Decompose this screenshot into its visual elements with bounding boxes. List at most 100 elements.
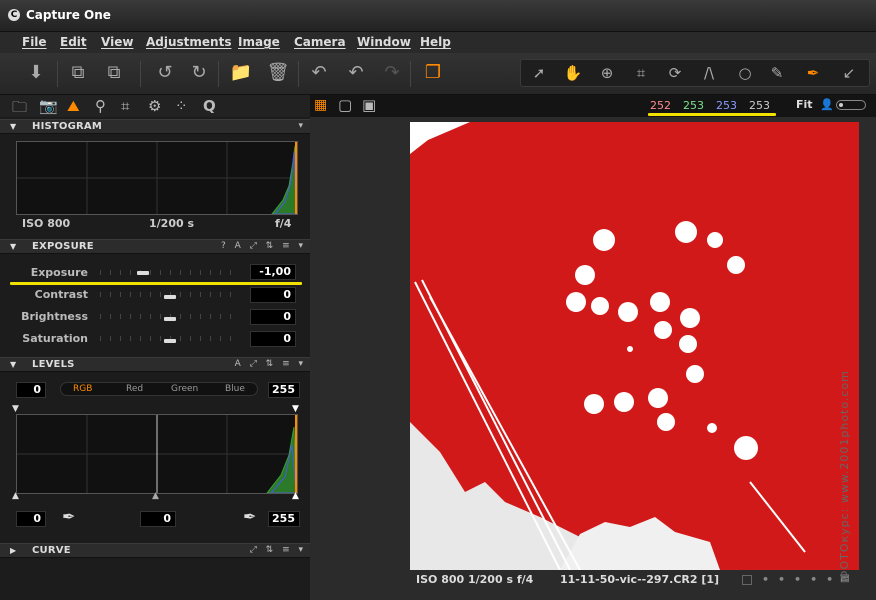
zoom-slider-thumb[interactable] bbox=[839, 103, 843, 107]
section-title: EXPOSURE bbox=[32, 241, 94, 252]
menu-image[interactable]: Image bbox=[238, 35, 280, 49]
keystone-icon[interactable]: /\ bbox=[697, 61, 721, 85]
toolbar-divider bbox=[410, 61, 411, 87]
zoom-fit-label[interactable]: Fit bbox=[796, 98, 813, 111]
next-icon[interactable]: ⧉ bbox=[102, 61, 126, 85]
levels-controls-icons[interactable]: A ⤢ ⇅ ≡ ▾ bbox=[235, 359, 306, 369]
channel-blue[interactable]: Blue bbox=[225, 384, 245, 394]
trash-icon[interactable]: 🗑 bbox=[266, 61, 290, 85]
curve-header[interactable]: ▶ CURVE ⤢ ⇅ ≡ ▾ bbox=[0, 543, 310, 558]
menu-edit[interactable]: Edit bbox=[60, 35, 87, 49]
crop-tab-icon[interactable]: ⌗ bbox=[121, 97, 129, 115]
levels-black-handle[interactable]: ▼ bbox=[12, 404, 19, 414]
undo-icon[interactable]: ↶ bbox=[307, 61, 331, 85]
levels-input-high[interactable]: 255 bbox=[268, 382, 300, 398]
levels-graph bbox=[16, 414, 298, 494]
select-checkbox[interactable] bbox=[742, 575, 752, 585]
histogram-grid bbox=[17, 142, 297, 214]
levels-white-handle[interactable]: ▼ bbox=[292, 404, 299, 414]
section-title: LEVELS bbox=[32, 359, 75, 370]
levels-output-high[interactable]: 255 bbox=[268, 511, 300, 527]
menu-camera[interactable]: Camera bbox=[294, 35, 346, 49]
black-picker-icon[interactable]: ✒ bbox=[62, 507, 75, 526]
brightness-value[interactable]: 0 bbox=[250, 309, 296, 325]
histogram-shutter: 1/200 s bbox=[149, 217, 195, 230]
details-icon[interactable]: ⚲ bbox=[95, 97, 106, 115]
white-balance-icon[interactable]: ↙ bbox=[837, 61, 861, 85]
toolbar-divider bbox=[140, 61, 141, 87]
histogram-aperture: f/4 bbox=[275, 217, 292, 230]
quick-icon[interactable]: Q bbox=[203, 97, 216, 115]
exposure-controls-icons[interactable]: ? A ⤢ ⇅ ≡ ▾ bbox=[221, 241, 306, 251]
levels-input-low[interactable]: 0 bbox=[16, 382, 46, 398]
curve-controls-icons[interactable]: ⤢ ⇅ ≡ ▾ bbox=[250, 545, 306, 555]
undo-step-icon[interactable]: ↶ bbox=[344, 61, 368, 85]
brightness-slider[interactable] bbox=[164, 317, 176, 321]
metadata-icon[interactable]: ⁘ bbox=[175, 97, 188, 115]
levels-output-mid[interactable]: 0 bbox=[140, 511, 176, 527]
saturation-label: Saturation bbox=[22, 332, 88, 345]
contrast-value[interactable]: 0 bbox=[250, 287, 296, 303]
toolbar-divider bbox=[57, 61, 58, 87]
channel-red[interactable]: Red bbox=[126, 384, 143, 394]
single-view-icon[interactable]: ▢ bbox=[338, 96, 352, 114]
settings-icon[interactable]: ⚙ bbox=[148, 97, 161, 115]
chevron-down-icon[interactable]: ▾ bbox=[298, 121, 306, 131]
rotate-left-icon[interactable]: ↺ bbox=[153, 61, 177, 85]
menu-file[interactable]: File bbox=[22, 35, 47, 49]
brush-icon[interactable]: ✎ bbox=[765, 61, 789, 85]
menu-adjustments[interactable]: Adjustments bbox=[146, 35, 231, 49]
levels-output-black-handle[interactable]: ▲ bbox=[12, 491, 19, 501]
photo-preview[interactable] bbox=[410, 122, 859, 570]
grid-view-icon[interactable]: ▦ bbox=[314, 97, 327, 113]
zoom-slider[interactable] bbox=[836, 100, 866, 110]
slider-ticks bbox=[100, 270, 240, 275]
move-to-icon[interactable]: 📁 bbox=[229, 61, 253, 85]
redo-icon[interactable]: ↷ bbox=[380, 61, 404, 85]
import-icon[interactable]: ⬇ bbox=[24, 61, 48, 85]
watermark-text: ФОТОкурс: www.2001photo.com bbox=[838, 370, 851, 580]
contrast-slider[interactable] bbox=[164, 295, 176, 299]
brightness-label: Brightness bbox=[21, 310, 88, 323]
levels-green bbox=[265, 426, 297, 494]
camera-icon[interactable]: 📷 bbox=[39, 97, 58, 115]
menu-window[interactable]: Window bbox=[357, 35, 411, 49]
levels-output-mid-handle[interactable]: ▲ bbox=[152, 491, 159, 501]
menu-help[interactable]: Help bbox=[420, 35, 451, 49]
white-picker-icon[interactable]: ✒ bbox=[243, 507, 256, 526]
collapse-icon[interactable]: ▼ bbox=[10, 242, 16, 251]
levels-output-low[interactable]: 0 bbox=[16, 511, 46, 527]
menu-view[interactable]: View bbox=[101, 35, 133, 49]
circle-icon[interactable]: ○ bbox=[733, 61, 757, 85]
collapse-icon[interactable]: ▼ bbox=[10, 122, 16, 131]
fullscreen-view-icon[interactable]: ▣ bbox=[362, 96, 376, 114]
hand-icon[interactable]: ✋ bbox=[561, 61, 585, 85]
channel-green[interactable]: Green bbox=[171, 384, 198, 394]
expand-icon[interactable]: ▶ bbox=[10, 546, 16, 555]
histogram-svg bbox=[17, 142, 297, 215]
variants-icon[interactable]: ❐ bbox=[421, 61, 445, 85]
exposure-icon[interactable]: ⛰ bbox=[67, 97, 80, 115]
exposure-header[interactable]: ▼ EXPOSURE ? A ⤢ ⇅ ≡ ▾ bbox=[0, 239, 310, 254]
rating-dots[interactable]: ••••• bbox=[762, 573, 842, 586]
histogram-graph bbox=[16, 141, 298, 215]
levels-output-white-handle[interactable]: ▲ bbox=[292, 491, 299, 501]
collapse-icon[interactable]: ▼ bbox=[10, 360, 16, 369]
histogram-header[interactable]: ▼ HISTOGRAM ▾ bbox=[0, 119, 310, 134]
rgb-highlight-line bbox=[648, 113, 776, 116]
saturation-slider[interactable] bbox=[164, 339, 176, 343]
exposure-slider[interactable] bbox=[137, 271, 149, 275]
compare-icon[interactable]: ⧉ bbox=[66, 61, 90, 85]
viewer-bar: ▦ ▢ ▣ 252 253 253 253 Fit 👤 bbox=[310, 95, 876, 117]
exposure-highlight-line bbox=[10, 282, 302, 285]
color-picker-icon[interactable]: ✒ bbox=[801, 61, 825, 85]
levels-header[interactable]: ▼ LEVELS A ⤢ ⇅ ≡ ▾ bbox=[0, 357, 310, 372]
crop-icon[interactable]: ⌗ bbox=[629, 61, 653, 85]
rotate-icon[interactable]: ⟳ bbox=[663, 61, 687, 85]
exposure-value[interactable]: -1,00 bbox=[250, 264, 296, 280]
select-icon[interactable]: ➚ bbox=[527, 61, 551, 85]
rotate-right-icon[interactable]: ↻ bbox=[187, 61, 211, 85]
zoom-icon[interactable]: ⊕ bbox=[595, 61, 619, 85]
channel-rgb[interactable]: RGB bbox=[73, 384, 92, 394]
saturation-value[interactable]: 0 bbox=[250, 331, 296, 347]
